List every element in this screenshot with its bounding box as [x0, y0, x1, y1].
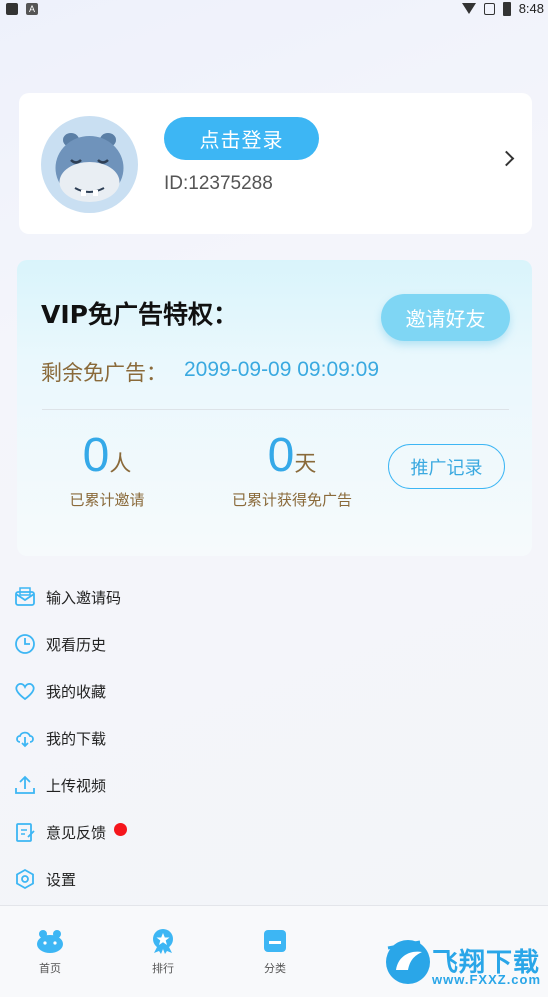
- category-icon: [264, 930, 286, 952]
- tab-home[interactable]: 首页: [20, 928, 80, 976]
- menu-item-upload[interactable]: 上传视频: [0, 762, 548, 809]
- menu-item-favorites[interactable]: 我的收藏: [0, 668, 548, 715]
- vip-title: VIP免广告特权：: [41, 300, 238, 329]
- menu-list: 输入邀请码 观看历史 我的收藏 我的下载 上传视频 意见反馈 设置: [0, 574, 548, 903]
- heart-icon: [15, 682, 35, 701]
- adfree-days-count: 0: [267, 429, 295, 482]
- menu-item-label: 我的下载: [46, 730, 107, 748]
- menu-item-settings[interactable]: 设置: [0, 856, 548, 903]
- edit-icon: [16, 823, 35, 842]
- menu-item-feedback[interactable]: 意见反馈: [0, 809, 548, 856]
- tab-label: 排行: [152, 962, 174, 975]
- tab-label: 首页: [39, 962, 61, 975]
- profile-card[interactable]: 点击登录 ID:12375288: [19, 93, 532, 234]
- hippo-avatar-icon: [55, 133, 124, 202]
- menu-item-invite-code[interactable]: 输入邀请码: [0, 574, 548, 621]
- menu-item-label: 观看历史: [46, 636, 107, 654]
- adfree-days-unit: 天: [294, 452, 317, 477]
- tab-rank[interactable]: 排行: [133, 928, 193, 976]
- remain-label: 剩余免广告：: [41, 361, 167, 385]
- login-button[interactable]: 点击登录: [164, 117, 319, 160]
- menu-item-label: 我的收藏: [46, 683, 107, 701]
- menu-item-label: 意见反馈: [46, 824, 107, 842]
- invite-friends-button[interactable]: 邀请好友: [381, 294, 510, 341]
- remain-value: 2099-09-09 09:09:09: [184, 358, 379, 381]
- menu-item-label: 设置: [46, 871, 77, 889]
- user-id: ID:12375288: [164, 173, 273, 194]
- divider: [42, 409, 509, 410]
- invited-label: 已累计邀请: [69, 491, 145, 509]
- adfree-days-stat: 0天 已累计获得免广告: [207, 428, 377, 510]
- wifi-icon: [461, 3, 476, 14]
- avatar[interactable]: [41, 116, 138, 213]
- vip-card: VIP免广告特权： 邀请好友 剩余免广告： 2099-09-09 09:09:0…: [17, 260, 532, 556]
- watermark-url: www.FXXZ.com: [432, 972, 542, 987]
- upload-icon: [15, 775, 35, 794]
- status-time: 8:48: [518, 1, 544, 16]
- mail-icon: [15, 587, 35, 606]
- notification-icon: [6, 3, 18, 15]
- menu-item-label: 上传视频: [46, 777, 107, 795]
- chevron-right-icon[interactable]: [498, 150, 515, 167]
- tab-label: 分类: [264, 962, 286, 975]
- keyboard-icon: A: [26, 3, 38, 15]
- settings-icon: [16, 868, 34, 890]
- promo-records-button[interactable]: 推广记录: [388, 444, 505, 489]
- invited-unit: 人: [109, 452, 132, 477]
- menu-item-history[interactable]: 观看历史: [0, 621, 548, 668]
- status-bar: A 8:48: [0, 0, 548, 20]
- invited-count: 0: [82, 429, 110, 482]
- clock-icon: [15, 634, 35, 654]
- cloud-download-icon: [16, 731, 34, 748]
- menu-item-label: 输入邀请码: [46, 589, 122, 607]
- home-icon: [37, 930, 63, 953]
- rank-icon: [153, 929, 173, 954]
- tab-category[interactable]: 分类: [245, 928, 305, 976]
- battery-icon: [502, 1, 511, 16]
- invited-stat: 0人 已累计邀请: [47, 428, 167, 510]
- notification-badge: [114, 823, 127, 836]
- menu-item-downloads[interactable]: 我的下载: [0, 715, 548, 762]
- adfree-days-label: 已累计获得免广告: [231, 491, 352, 509]
- sim-icon: [483, 2, 495, 15]
